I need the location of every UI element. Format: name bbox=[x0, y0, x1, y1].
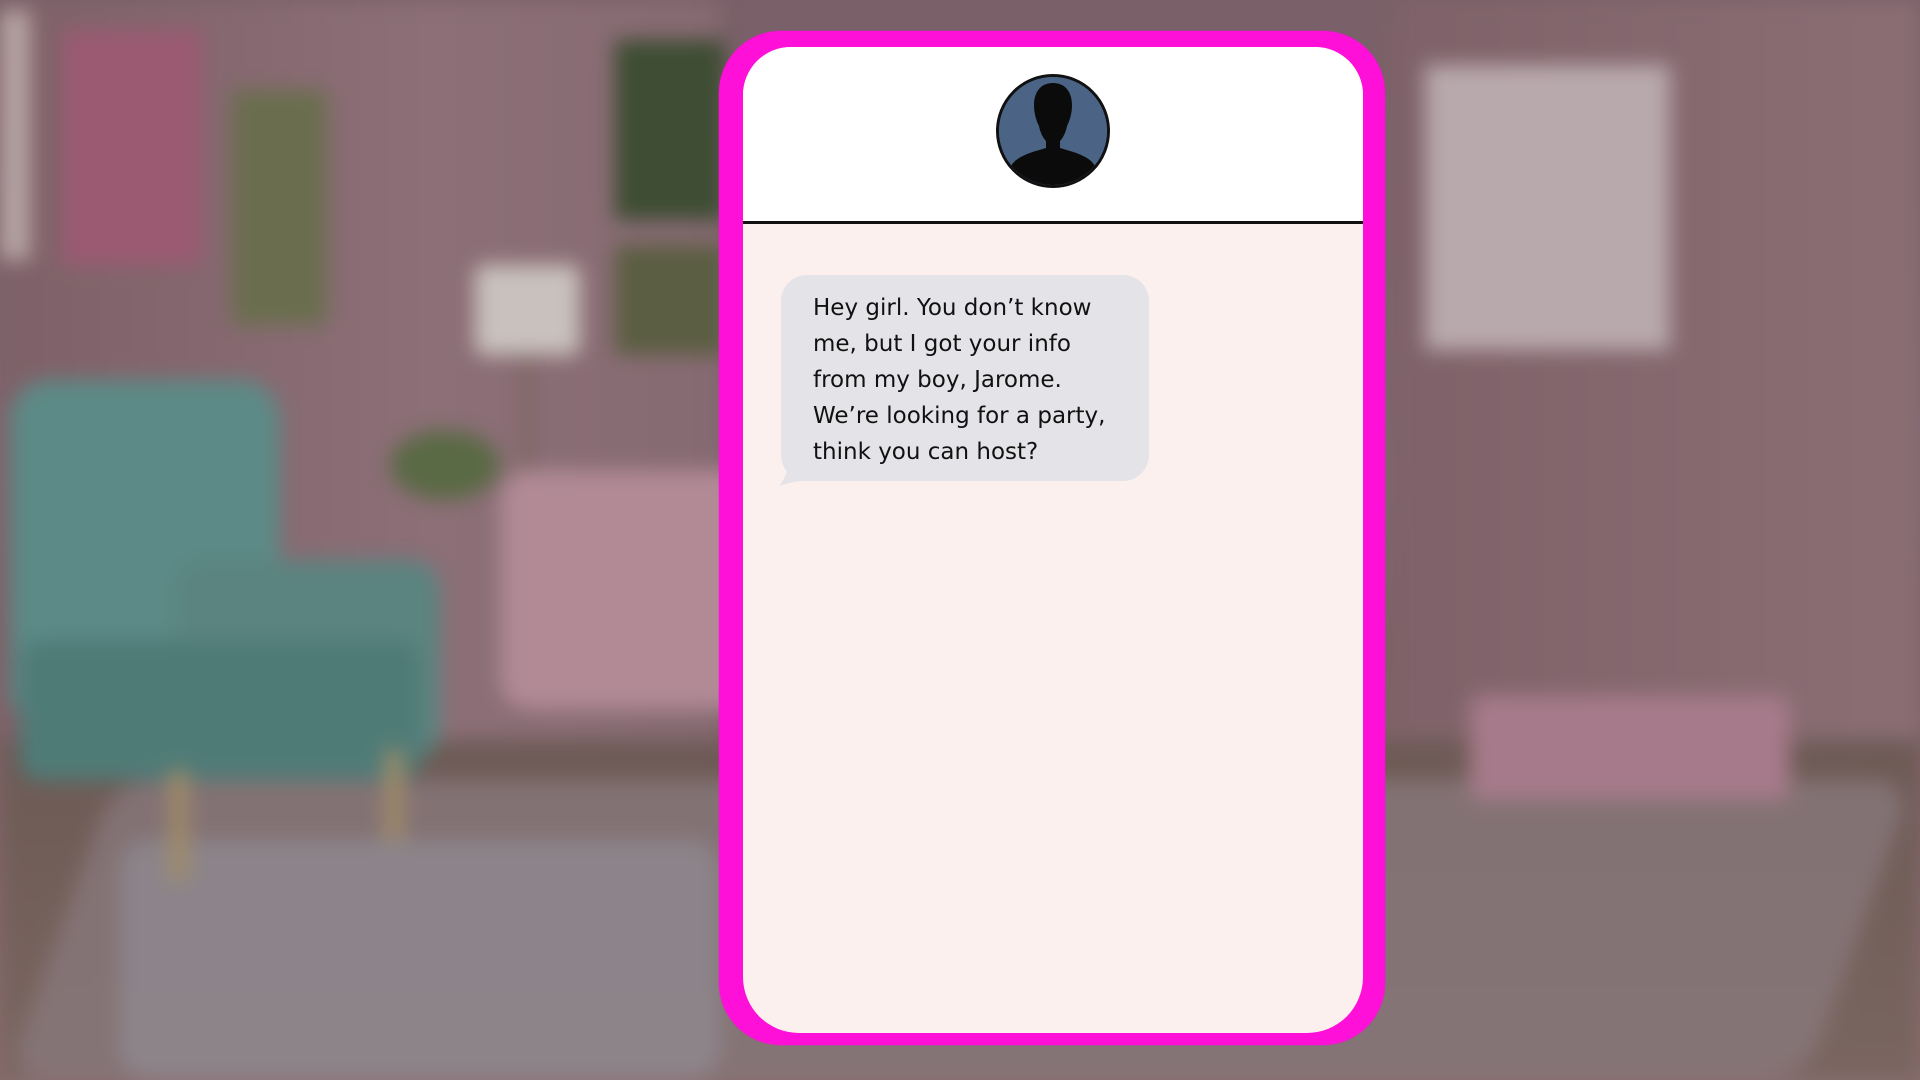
phone-frame: Hey girl. You don’t know me, but I got y… bbox=[719, 31, 1385, 1045]
chat-screen: Hey girl. You don’t know me, but I got y… bbox=[743, 47, 1363, 1033]
chat-header bbox=[743, 47, 1363, 224]
incoming-message-bubble[interactable]: Hey girl. You don’t know me, but I got y… bbox=[781, 275, 1149, 481]
contact-avatar[interactable] bbox=[996, 74, 1110, 188]
person-silhouette-icon bbox=[999, 77, 1107, 185]
